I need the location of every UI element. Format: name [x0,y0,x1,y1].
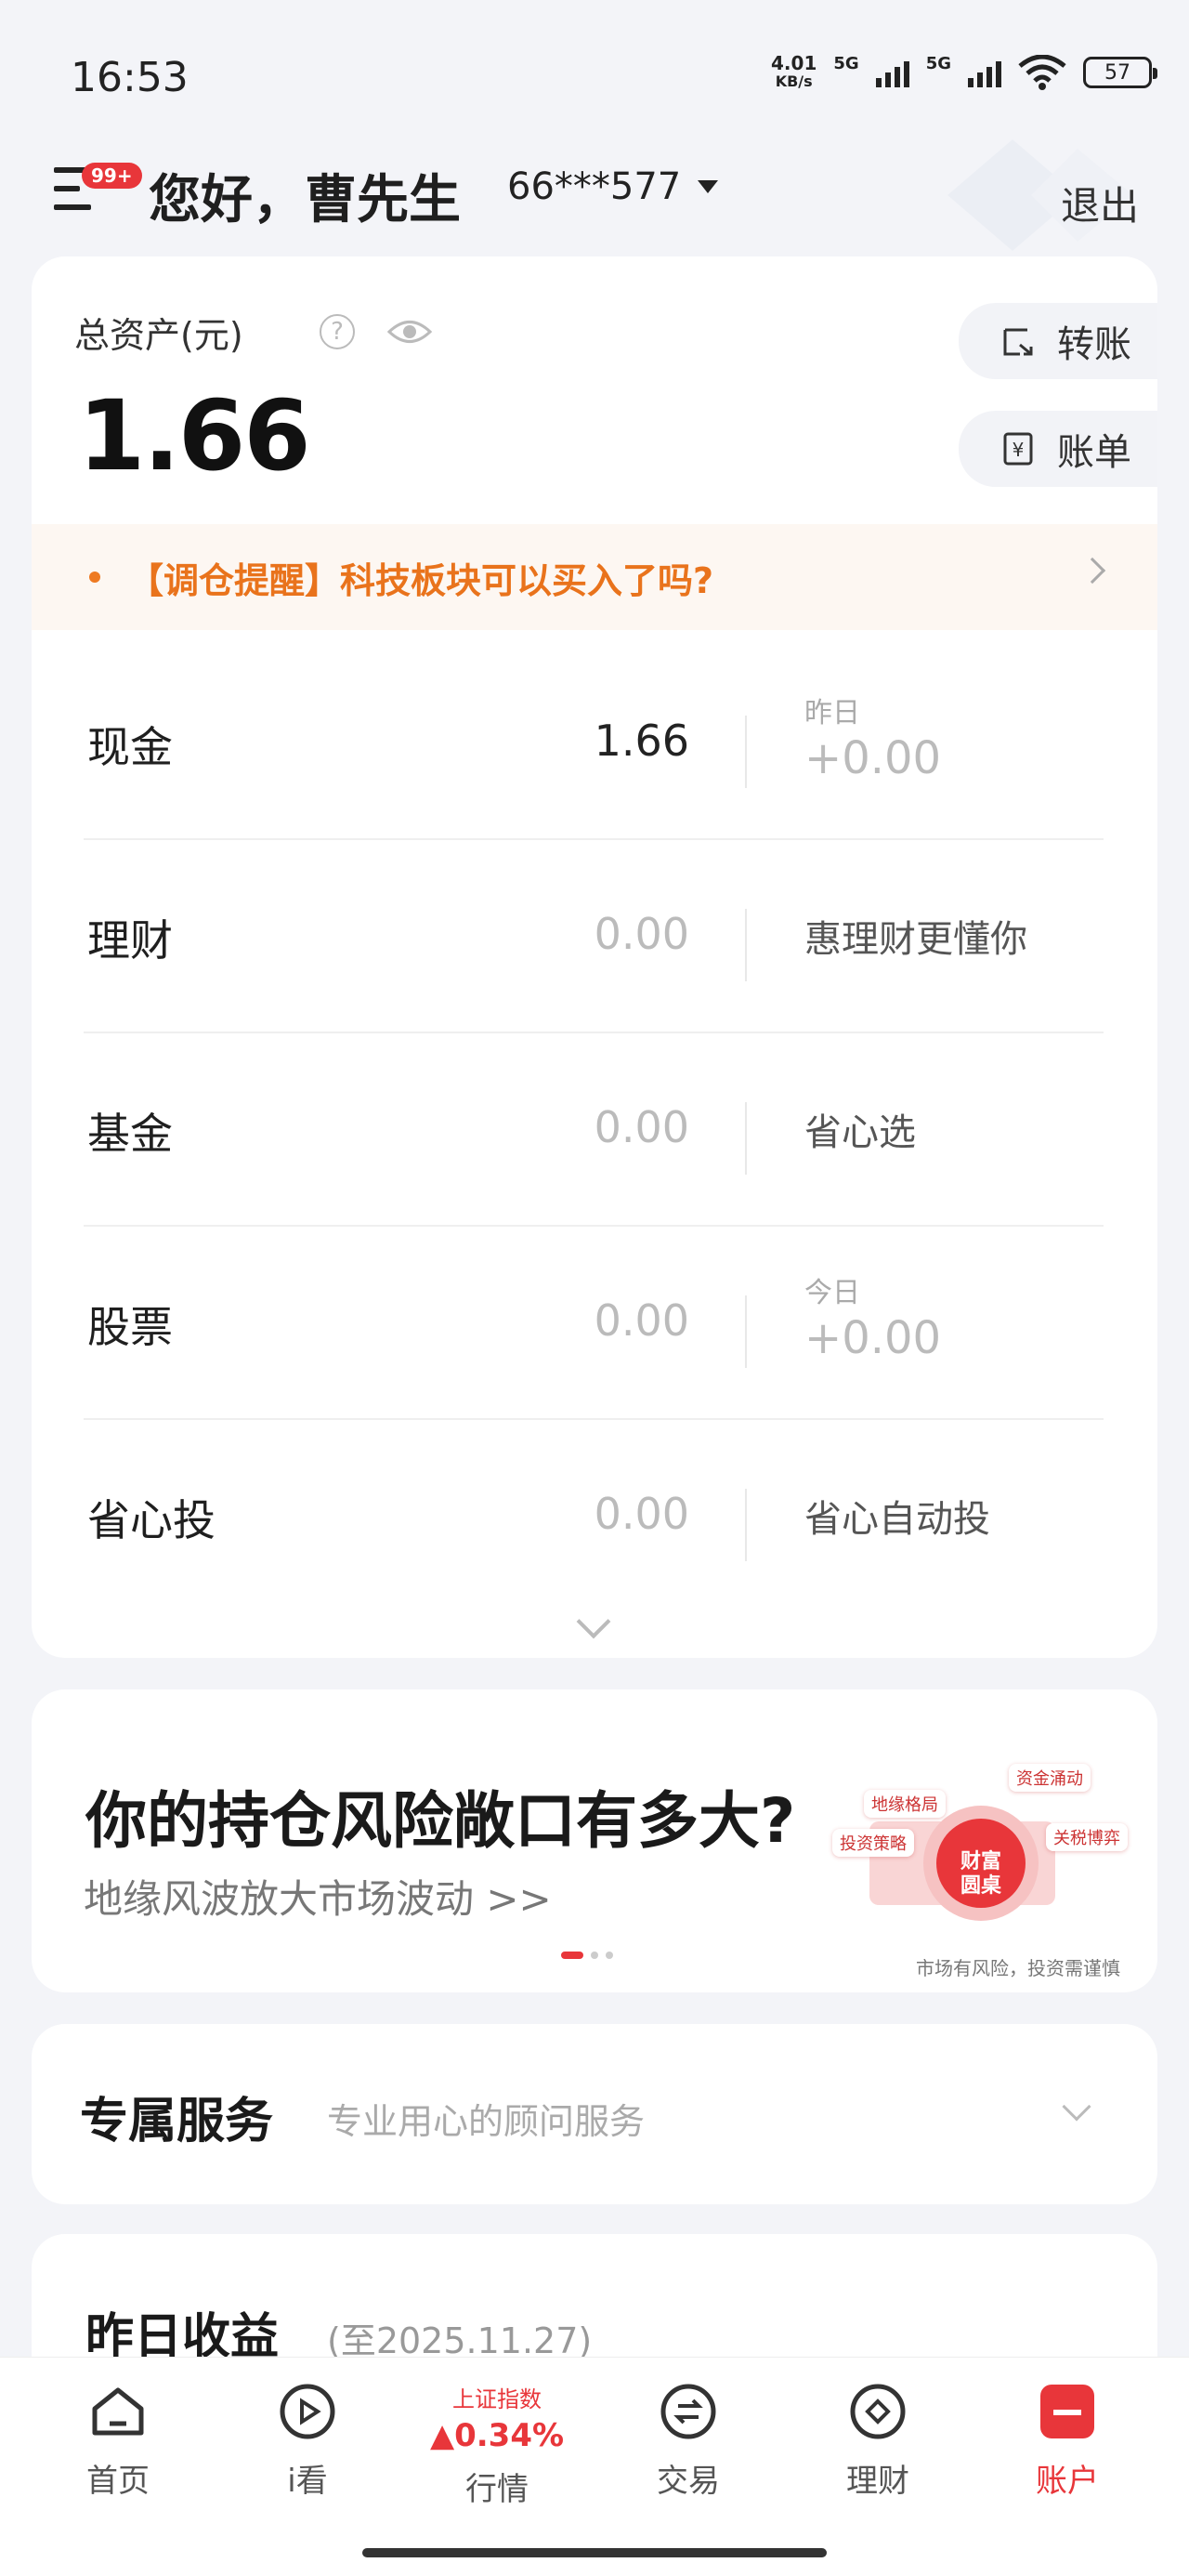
row-divider [745,909,747,981]
tab-account[interactable]: 账户 [998,2381,1137,2501]
signal-icon-2 [968,58,1001,87]
row-label: 理财 [87,915,173,966]
bill-button[interactable]: ¥ 账单 [959,411,1157,487]
row-label: 股票 [87,1302,173,1352]
row-note: 惠理财更懂你 [804,918,1027,961]
row-divider [745,716,747,788]
bill-label: 账单 [1057,431,1131,474]
notification-badge: 99+ [82,163,142,189]
asset-row-cash[interactable]: 现金 1.66 昨日 +0.00 [84,647,1104,840]
tab-label: 首页 [86,2463,150,2500]
tab-home[interactable]: 首页 [48,2381,188,2501]
status-icons: 4.01 KB/s 5G 5G 57 [771,52,1157,91]
asset-row-wealth[interactable]: 理财 0.00 惠理财更懂你 [84,840,1104,1033]
banner-subtitle: 地缘风波放大市场波动 >> [84,1876,552,1922]
row-value: 0.00 [594,909,689,959]
row-label: 现金 [87,722,173,772]
row-divider [745,1295,747,1368]
tab-label: 理财 [846,2463,909,2500]
row-divider [745,1102,747,1175]
market-index-name: 上证指数 [452,2386,542,2412]
transfer-label: 转账 [1057,323,1131,366]
svg-text:¥: ¥ [1013,439,1025,461]
reminder-text: 【调仓提醒】科技板块可以买入了吗? [128,559,714,601]
caret-down-icon [698,180,719,193]
tab-watch[interactable]: i看 [238,2381,377,2501]
asset-row-stock[interactable]: 股票 0.00 今日 +0.00 [84,1227,1104,1420]
reminder-dot [89,572,100,583]
row-value: 1.66 [594,716,689,766]
transfer-button[interactable]: 转账 [959,303,1157,379]
bill-icon: ¥ [1003,432,1033,466]
banner-tag: 关税博弈 [1046,1823,1128,1851]
banner-tag: 地缘格局 [864,1790,946,1818]
row-divider [745,1489,747,1561]
row-value: 0.00 [594,1489,689,1539]
greeting: 您好，曹先生 [149,170,461,230]
row-note: 省心选 [804,1111,916,1154]
wifi-icon [1018,55,1066,90]
battery-icon: 57 [1083,57,1157,88]
chevron-right-icon [1078,557,1106,585]
home-indicator[interactable] [362,2548,827,2557]
row-sublabel: 今日 [804,1277,860,1309]
status-time: 16:53 [71,54,189,101]
total-assets-value: 1.66 [78,379,311,493]
row-note: 省心自动投 [804,1498,990,1541]
carousel-indicator[interactable] [561,1952,613,1959]
risk-disclaimer: 市场有风险，投资需谨慎 [916,1957,1120,1979]
banner-title: 你的持仓风险敞口有多大? [85,1785,796,1857]
network-type-2: 5G [925,54,951,73]
rebalance-reminder[interactable]: 【调仓提醒】科技板块可以买入了吗? [32,524,1157,630]
signal-icon [875,58,909,87]
market-index-change: ▲0.34% [429,2417,565,2454]
help-icon[interactable]: ? [320,314,355,349]
asset-row-auto-invest[interactable]: 省心投 0.00 省心自动投 [84,1420,1104,1613]
tab-trade[interactable]: 交易 [619,2381,758,2501]
row-value: 0.00 [594,1102,689,1152]
service-title: 专属服务 [80,2094,274,2149]
account-number: 66***577 [507,165,682,208]
tab-wealth[interactable]: 理财 [808,2381,947,2501]
tab-label: i看 [287,2463,328,2500]
diamond-icon [850,2384,906,2439]
row-change: +0.00 [804,1312,942,1364]
tab-market[interactable]: 上证指数 ▲0.34% 行情 [427,2385,567,2509]
tab-label: 交易 [657,2463,720,2500]
home-icon [92,2387,144,2436]
network-speed: 4.01 KB/s [771,52,817,90]
banner-tag: 投资策略 [832,1829,914,1857]
account-switcher[interactable]: 66***577 [507,165,719,208]
logout-button[interactable]: 退出 [1061,175,1139,231]
play-icon [280,2384,335,2439]
total-assets-label: 总资产(元) [74,315,243,356]
row-sublabel: 昨日 [804,697,860,729]
row-label: 基金 [87,1109,173,1159]
tab-label: 账户 [1036,2463,1099,2500]
row-change: +0.00 [804,732,942,784]
row-value: 0.00 [594,1295,689,1346]
exchange-icon [660,2384,716,2439]
banner-tag: 资金涌动 [1009,1764,1091,1792]
transfer-icon [1003,328,1033,356]
banner-illustration: 资金涌动 地缘格局 投资策略 关税博弈 财富圆桌 [823,1756,1144,1933]
asset-row-fund[interactable]: 基金 0.00 省心选 [84,1033,1104,1227]
row-label: 省心投 [87,1495,216,1545]
service-subtitle: 专业用心的顾问服务 [327,2101,646,2142]
banner-art-text: 财富圆桌 [960,1849,1001,1898]
account-icon [1040,2385,1094,2438]
network-type-1: 5G [833,54,859,73]
eye-icon[interactable] [386,316,433,348]
tab-label: 行情 [465,2471,529,2508]
yesterday-earnings-date: (至2025.11.27) [327,2320,593,2361]
